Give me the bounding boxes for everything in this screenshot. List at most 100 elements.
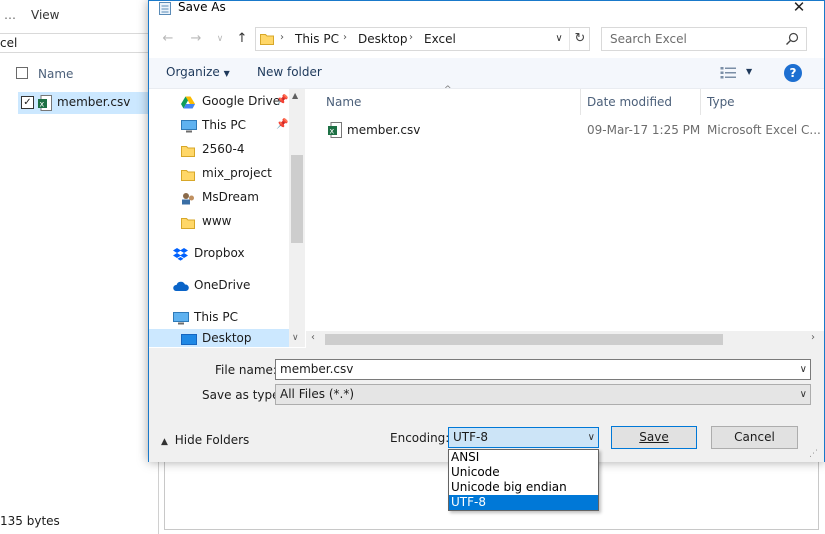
hide-folders-label: Hide Folders xyxy=(174,433,250,447)
background-file-name: member.csv xyxy=(57,95,131,109)
nav-item-mix-project[interactable]: mix_project xyxy=(181,162,289,184)
nav-item-label: 2560-4 xyxy=(202,142,245,156)
hide-folders-button[interactable]: ▲ Hide Folders xyxy=(161,433,249,447)
file-name-label: File name: xyxy=(215,363,277,377)
breadcrumb-separator-icon[interactable]: › xyxy=(409,32,413,43)
dialog-title: Save As xyxy=(178,0,226,14)
column-header-type[interactable]: Type xyxy=(707,95,735,109)
column-divider[interactable] xyxy=(700,89,701,115)
address-dropdown-chevron-icon[interactable]: ∨ xyxy=(552,30,566,48)
background-file-row[interactable]: ✓ x member.csv xyxy=(18,92,150,114)
file-name-field[interactable]: member.csv ∨ xyxy=(275,359,811,380)
save-type-dropdown-icon[interactable]: ∨ xyxy=(800,385,807,404)
dialog-titlebar[interactable]: Save As ✕ xyxy=(149,0,824,17)
nav-item-desktop[interactable]: Desktop xyxy=(149,329,289,347)
refresh-icon[interactable]: ↻ xyxy=(572,30,588,48)
forward-arrow-icon[interactable]: → xyxy=(185,28,207,50)
pin-icon: 📌 xyxy=(276,95,289,106)
command-bar: Organize ▼ New folder ▼ ? xyxy=(149,58,824,89)
folder-icon xyxy=(181,214,195,229)
nav-item-this-pc-quick[interactable]: This PC 📌 xyxy=(181,114,289,136)
view-dropdown-caret-icon[interactable]: ▼ xyxy=(746,67,752,76)
nav-item-onedrive[interactable]: OneDrive xyxy=(173,274,289,296)
google-drive-icon xyxy=(181,94,195,109)
encoding-label: Encoding: xyxy=(390,431,450,445)
breadcrumb-separator-icon[interactable]: › xyxy=(280,32,284,43)
user-folder-icon xyxy=(181,190,195,205)
nav-scrollbar-thumb[interactable] xyxy=(291,155,303,243)
new-folder-button[interactable]: New folder xyxy=(257,65,322,79)
hscrollbar-thumb[interactable] xyxy=(325,334,723,345)
chevron-up-icon: ▲ xyxy=(161,437,168,447)
nav-item-www[interactable]: www xyxy=(181,210,289,232)
nav-item-google-drive[interactable]: Google Drive 📌 xyxy=(181,90,289,112)
dropdown-caret-icon: ▼ xyxy=(223,69,230,78)
background-select-all-checkbox[interactable] xyxy=(16,67,28,79)
up-arrow-icon[interactable]: ↑ xyxy=(231,28,253,50)
breadcrumb-excel[interactable]: Excel xyxy=(424,32,456,46)
save-as-type-label: Save as type: xyxy=(202,388,284,402)
desktop-icon xyxy=(181,332,197,345)
nav-item-label: This PC xyxy=(202,118,246,132)
background-ribbon: … View xyxy=(0,0,160,30)
nav-item-label: Google Drive xyxy=(202,94,281,108)
file-name-value: member.csv xyxy=(280,362,354,376)
save-as-type-value: All Files (*.*) xyxy=(280,387,355,401)
column-header-name[interactable]: Name xyxy=(326,95,361,109)
view-options-icon[interactable] xyxy=(720,66,738,80)
navigation-pane: Google Drive 📌 This PC 📌 2560-4 mix_proj… xyxy=(149,89,305,347)
background-address-bar[interactable]: cel xyxy=(0,33,150,53)
sort-indicator-icon: ^ xyxy=(444,85,452,95)
nav-item-this-pc[interactable]: This PC xyxy=(173,306,289,328)
column-header-date-modified[interactable]: Date modified xyxy=(587,95,672,109)
address-divider xyxy=(569,28,570,50)
encoding-option-unicode-big-endian[interactable]: Unicode big endian xyxy=(449,480,598,495)
back-arrow-icon[interactable]: ← xyxy=(157,28,179,50)
excel-csv-icon: x xyxy=(38,95,52,111)
scroll-left-icon[interactable]: ‹ xyxy=(311,332,315,343)
file-list: ^ Name Date modified Type x member.csv 0… xyxy=(306,85,824,347)
breadcrumb-separator-icon[interactable]: › xyxy=(343,32,347,43)
organize-label: Organize xyxy=(166,65,220,79)
help-icon[interactable]: ? xyxy=(784,64,802,82)
breadcrumb-this-pc[interactable]: This PC xyxy=(295,32,339,46)
scroll-up-icon[interactable]: ▲ xyxy=(292,91,298,100)
onedrive-icon xyxy=(173,278,189,291)
search-icon[interactable] xyxy=(784,31,800,47)
save-button[interactable]: Save xyxy=(611,426,697,449)
file-list-hscrollbar[interactable]: ‹ › xyxy=(306,331,824,348)
background-ribbon-tab[interactable]: … xyxy=(4,8,16,22)
address-bar[interactable]: › This PC › Desktop › Excel ∨ ↻ xyxy=(255,27,590,51)
recent-locations-chevron-icon[interactable]: ∨ xyxy=(209,28,231,50)
computer-icon xyxy=(181,118,197,133)
organize-button[interactable]: Organize ▼ xyxy=(166,65,230,79)
search-box[interactable]: Search Excel xyxy=(601,27,807,51)
file-name-dropdown-icon[interactable]: ∨ xyxy=(800,360,807,379)
background-file-checkbox[interactable]: ✓ xyxy=(21,96,34,109)
svg-text:x: x xyxy=(330,127,335,136)
cancel-button[interactable]: Cancel xyxy=(711,426,798,449)
nav-item-msdream[interactable]: MsDream xyxy=(181,186,289,208)
column-divider[interactable] xyxy=(580,89,581,115)
scroll-right-icon[interactable]: › xyxy=(811,332,815,343)
computer-icon xyxy=(173,310,189,325)
close-icon[interactable]: ✕ xyxy=(789,0,809,16)
resize-grip-icon[interactable]: ⋰ xyxy=(809,449,818,459)
encoding-option-utf8[interactable]: UTF-8 xyxy=(449,495,598,510)
encoding-dropdown-icon[interactable]: ∨ xyxy=(588,428,595,447)
encoding-option-ansi[interactable]: ANSI xyxy=(449,450,598,465)
breadcrumb-desktop[interactable]: Desktop xyxy=(358,32,408,46)
notepad-icon xyxy=(159,1,171,15)
file-row[interactable]: x member.csv 09-Mar-17 1:25 PM Microsoft… xyxy=(322,119,824,141)
nav-item-2560-4[interactable]: 2560-4 xyxy=(181,138,289,160)
encoding-option-unicode[interactable]: Unicode xyxy=(449,465,598,480)
background-view-tab[interactable]: View xyxy=(31,8,59,22)
search-input[interactable]: Search Excel xyxy=(610,32,687,46)
encoding-dropdown-list: ANSI Unicode Unicode big endian UTF-8 xyxy=(448,449,599,511)
save-as-type-select[interactable]: All Files (*.*) ∨ xyxy=(275,384,811,405)
nav-item-dropbox[interactable]: Dropbox xyxy=(173,242,289,264)
encoding-select[interactable]: UTF-8 ∨ xyxy=(448,427,599,448)
scroll-down-icon[interactable]: ∨ xyxy=(292,333,299,343)
folder-icon xyxy=(181,142,195,157)
background-column-name[interactable]: Name xyxy=(38,67,73,81)
